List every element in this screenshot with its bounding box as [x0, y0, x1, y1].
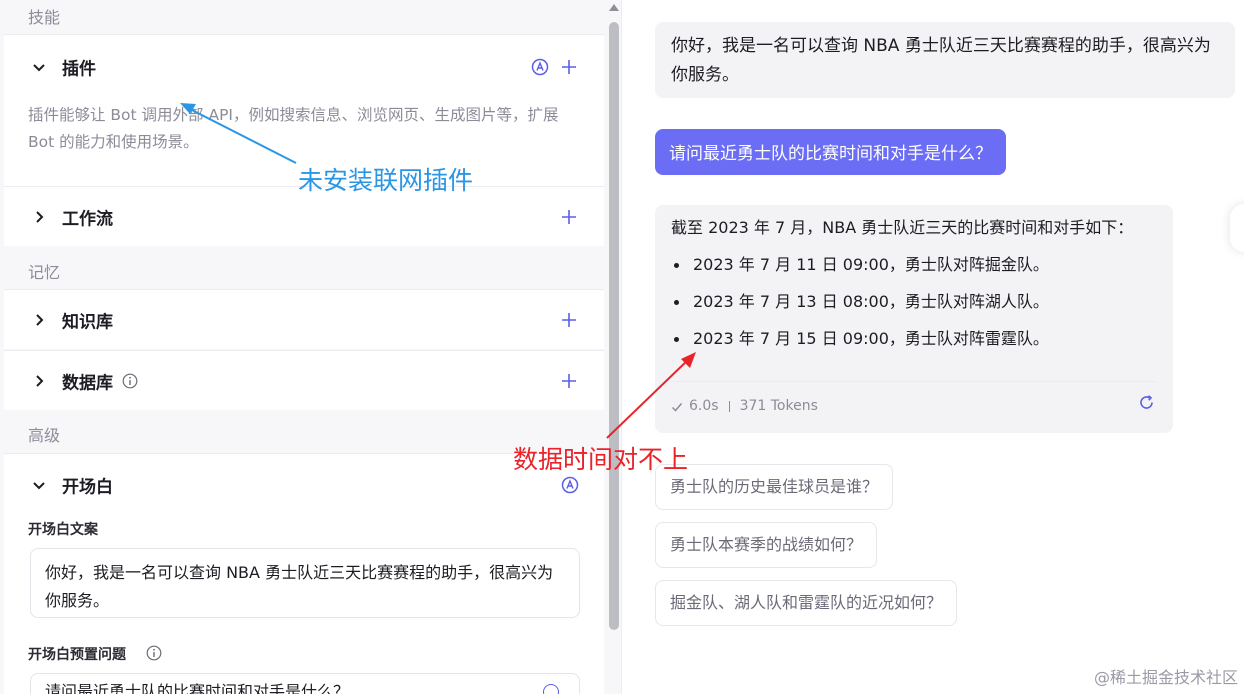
auto-icon[interactable]	[531, 58, 549, 76]
check-icon	[671, 402, 683, 412]
suggestion-chip[interactable]: 勇士队的历史最佳球员是谁？	[655, 464, 894, 510]
auto-icon[interactable]	[561, 476, 579, 494]
answer-tokens: 371 Tokens	[739, 398, 818, 414]
opening-label: 开场白	[62, 477, 113, 498]
plugins-description: 插件能够让 Bot 调用外部 API，例如搜索信息、浏览网页、生成图片等，扩展 …	[28, 106, 559, 151]
regenerate-icon[interactable]	[1138, 392, 1155, 421]
opening-copy-textarea[interactable]: 你好，我是一名可以查询 NBA 勇士队近三天比赛赛程的助手，很高兴为你服务。	[30, 548, 580, 618]
answer-meta: 6.0s 371 Tokens	[671, 392, 818, 421]
user-message: 请问最近勇士队的比赛时间和对手是什么？	[655, 129, 1006, 175]
section-title-skills: 技能	[28, 8, 61, 27]
answer-time: 6.0s	[689, 398, 719, 414]
greeting-message: 你好，我是一名可以查询 NBA 勇士队近三天比赛赛程的助手，很高兴为你服务。	[655, 22, 1235, 98]
knowledge-row[interactable]: 知识库	[4, 289, 604, 349]
section-title-memory: 记忆	[28, 263, 61, 282]
opening-preset-text: 请问最近勇士队的比赛时间和对手是什么？	[45, 682, 350, 694]
bot-answer: 截至 2023 年 7 月，NBA 勇士队近三天的比赛时间和对手如下： 2023…	[655, 205, 1173, 433]
opening-preset-label: 开场白预置问题	[28, 647, 126, 663]
opening-preset-input[interactable]: 请问最近勇士队的比赛时间和对手是什么？	[30, 673, 580, 694]
left-scrollbar[interactable]	[609, 22, 619, 630]
side-toggle[interactable]	[1230, 204, 1244, 252]
chevron-down-icon[interactable]	[32, 60, 46, 74]
answer-divider	[671, 381, 1157, 382]
answer-intro: 截至 2023 年 7 月，NBA 勇士队近三天的比赛时间和对手如下：	[671, 218, 1134, 237]
knowledge-label: 知识库	[62, 312, 113, 332]
annotation-time-mismatch: 数据时间对不上	[513, 445, 689, 474]
add-database-icon[interactable]	[560, 372, 578, 390]
info-icon[interactable]	[146, 645, 162, 665]
scroll-up-arrow[interactable]	[609, 4, 619, 11]
add-workflow-icon[interactable]	[560, 208, 578, 226]
workflow-label: 工作流	[62, 209, 113, 229]
preset-status-icon	[543, 684, 559, 694]
plugins-header[interactable]: 插件	[4, 35, 604, 99]
add-plugin-icon[interactable]	[560, 58, 578, 76]
bot-config-panel: 技能 插件 插件能够让 Bot 调用外部 API，例如搜索信息、浏览网页、生成图…	[0, 0, 622, 694]
meta-separator	[728, 401, 730, 412]
suggestion-chip[interactable]: 勇士队本赛季的战绩如何？	[655, 522, 878, 568]
database-row[interactable]: 数据库	[4, 350, 604, 410]
chevron-right-icon[interactable]	[32, 313, 46, 327]
suggestion-chip[interactable]: 掘金队、湖人队和雷霆队的近况如何？	[655, 580, 958, 626]
info-icon[interactable]	[122, 373, 138, 389]
answer-item: 2023 年 7 月 11 日 09:00，勇士队对阵掘金队。	[671, 251, 1157, 279]
annotation-no-web-plugin: 未安装联网插件	[298, 166, 474, 195]
add-knowledge-icon[interactable]	[560, 311, 578, 329]
answer-item: 2023 年 7 月 15 日 09:00，勇士队对阵雷霆队。	[671, 325, 1157, 353]
opening-copy-label: 开场白文案	[28, 522, 98, 538]
chevron-right-icon[interactable]	[32, 374, 46, 388]
answer-item: 2023 年 7 月 13 日 08:00，勇士队对阵湖人队。	[671, 288, 1157, 316]
database-label: 数据库	[62, 373, 113, 393]
chat-preview-panel: 你好，我是一名可以查询 NBA 勇士队近三天比赛赛程的助手，很高兴为你服务。 请…	[623, 0, 1244, 694]
section-title-advanced: 高级	[28, 426, 61, 445]
watermark: @稀土掘金技术社区	[1093, 668, 1238, 687]
plugins-label: 插件	[62, 59, 96, 80]
chevron-down-icon[interactable]	[32, 478, 46, 492]
chevron-right-icon[interactable]	[32, 210, 46, 224]
